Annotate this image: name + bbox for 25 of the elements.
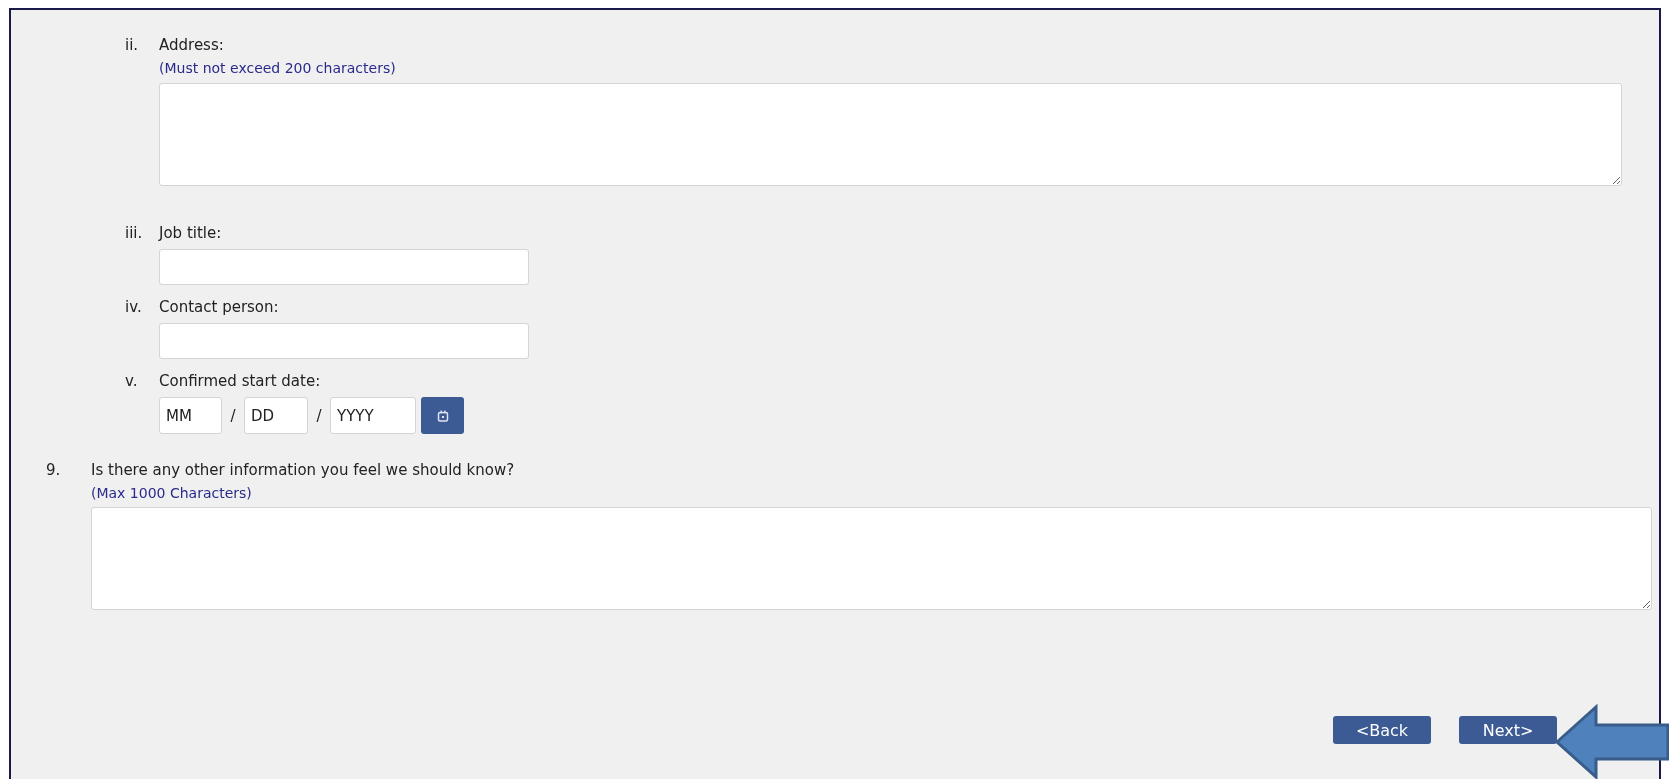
- field-hint: (Max 1000 Characters): [91, 484, 253, 503]
- question-label: Is there any other information you feel we should know?: [91, 460, 515, 480]
- calendar-button[interactable]: [421, 397, 464, 434]
- nav-button[interactable]: Next>: [1459, 716, 1557, 744]
- field-label: Address:: [159, 35, 225, 55]
- text-field[interactable]: [159, 323, 529, 359]
- other-information-field[interactable]: [91, 507, 1652, 610]
- address-field[interactable]: [159, 83, 1622, 186]
- date-separator: /: [229, 406, 237, 425]
- item-number: ii.: [125, 35, 140, 56]
- field-label: Contact person:: [159, 297, 280, 317]
- date-field[interactable]: DD: [244, 397, 308, 434]
- item-number: v.: [125, 371, 139, 392]
- field-label: Confirmed start date:: [159, 371, 322, 391]
- calendar-icon: [436, 409, 449, 422]
- item-number: iii.: [125, 223, 144, 244]
- date-separator: /: [315, 406, 323, 425]
- nav-button[interactable]: <Back: [1333, 716, 1431, 744]
- text-field[interactable]: [159, 249, 529, 285]
- item-number: iv.: [125, 297, 143, 318]
- field-hint: (Must not exceed 200 characters): [159, 59, 397, 78]
- date-field[interactable]: YYYY: [330, 397, 416, 434]
- field-label: Job title:: [159, 223, 223, 243]
- question-number: 9.: [46, 460, 62, 481]
- date-field[interactable]: MM: [159, 397, 222, 434]
